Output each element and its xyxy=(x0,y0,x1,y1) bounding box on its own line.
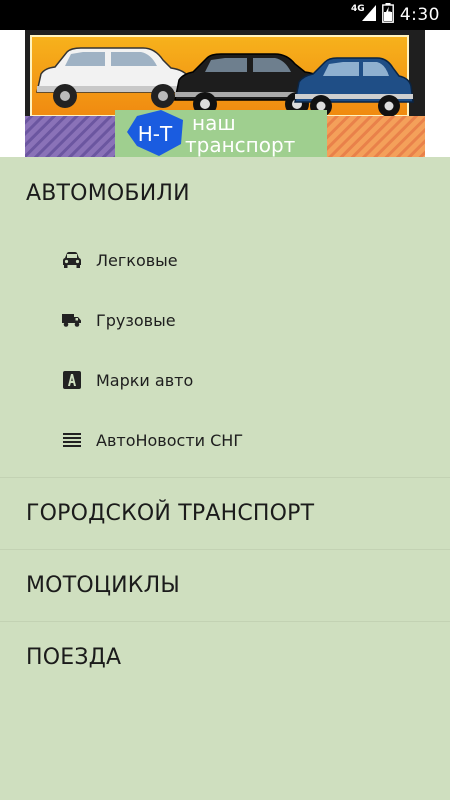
menu-item-label: Грузовые xyxy=(96,310,176,330)
menu-item-trucks[interactable]: Грузовые xyxy=(0,290,450,350)
signal-icon xyxy=(361,5,376,25)
battery-icon xyxy=(381,3,394,27)
section-title-motorcycles[interactable]: МОТОЦИКЛЫ xyxy=(0,550,450,621)
clock: 4:30 xyxy=(399,5,440,25)
status-icons: 4:30 xyxy=(361,0,440,30)
section-title-trains[interactable]: ПОЕЗДА xyxy=(0,622,450,693)
list-lines-icon xyxy=(62,430,82,450)
brand-a-icon xyxy=(62,370,82,390)
logo-line1: наш xyxy=(192,111,236,135)
section-title-automobiles[interactable]: АВТОМОБИЛИ xyxy=(0,157,450,230)
section-title-city-transport[interactable]: ГОРОДСКОЙ ТРАНСПОРТ xyxy=(0,478,450,549)
drawer-header: Н-Т наш транспорт xyxy=(0,30,450,157)
section-trains: ПОЕЗДА xyxy=(0,622,450,693)
section-automobiles: АВТОМОБИЛИ Легковые Грузовые Марки авто … xyxy=(0,157,450,478)
logo-abbrev: Н-Т xyxy=(138,122,173,146)
menu-item-passenger-cars[interactable]: Легковые xyxy=(0,230,450,290)
header-banner-image: Н-Т наш транспорт xyxy=(25,30,425,157)
section-motorcycles: МОТОЦИКЛЫ xyxy=(0,550,450,622)
menu-item-car-brands[interactable]: Марки авто xyxy=(0,350,450,410)
menu-item-label: Марки авто xyxy=(96,370,194,390)
truck-icon xyxy=(62,310,82,330)
menu-item-label: АвтоНовости СНГ xyxy=(96,430,244,450)
car-icon xyxy=(62,250,82,270)
automobiles-subitems: Легковые Грузовые Марки авто АвтоНовости… xyxy=(0,230,450,477)
logo-line2: транспорт xyxy=(185,133,296,157)
section-city-transport: ГОРОДСКОЙ ТРАНСПОРТ xyxy=(0,478,450,550)
menu-item-label: Легковые xyxy=(96,250,178,270)
status-bar: 4G 4:30 xyxy=(0,0,450,30)
menu-item-auto-news[interactable]: АвтоНовости СНГ xyxy=(0,410,450,470)
navigation-menu: АВТОМОБИЛИ Легковые Грузовые Марки авто … xyxy=(0,157,450,800)
